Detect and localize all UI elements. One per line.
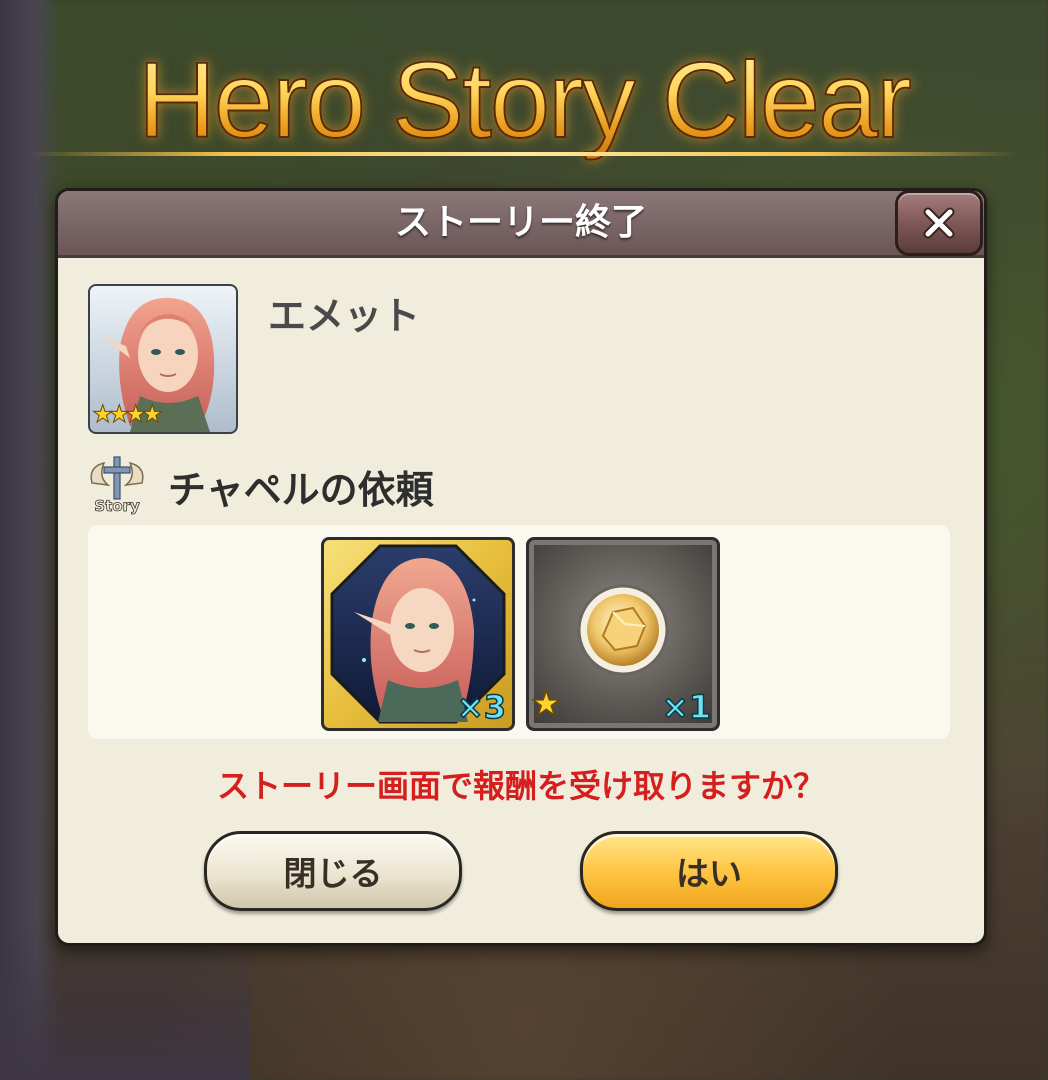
- reward-gold-ore[interactable]: ★ ×1: [526, 537, 720, 731]
- dialog-header: ストーリー終了: [58, 191, 984, 258]
- hero-portrait[interactable]: ★★★★: [88, 284, 238, 434]
- hero-story-clear-banner: Hero Story Clear: [0, 30, 1048, 170]
- reward-rarity-star: ★: [530, 683, 562, 725]
- yes-button[interactable]: はい: [580, 831, 838, 911]
- reward-quantity: ×1: [661, 687, 712, 727]
- close-x-icon: [923, 207, 955, 239]
- hero-name: エメット: [268, 294, 421, 338]
- reward-hero-shard[interactable]: ×3: [321, 537, 515, 731]
- reward-prompt: ストーリー画面で報酬を受け取りますか？: [216, 767, 825, 805]
- story-complete-dialog: ストーリー終了 ★★★★ エメット Story チャペルの依頼 ×3 ★ ×1 …: [55, 188, 987, 946]
- reward-panel: ×3 ★ ×1: [88, 525, 950, 739]
- dialog-close-button[interactable]: [895, 190, 983, 256]
- banner-underline: [30, 152, 1018, 156]
- close-button[interactable]: 閉じる: [204, 831, 462, 911]
- story-icon: Story: [84, 453, 150, 515]
- story-title: チャペルの依頼: [168, 468, 434, 512]
- dialog-title: ストーリー終了: [394, 202, 647, 243]
- story-icon-label: Story: [94, 497, 140, 515]
- reward-quantity: ×3: [456, 687, 507, 727]
- hero-rarity-stars: ★★★★: [91, 400, 163, 429]
